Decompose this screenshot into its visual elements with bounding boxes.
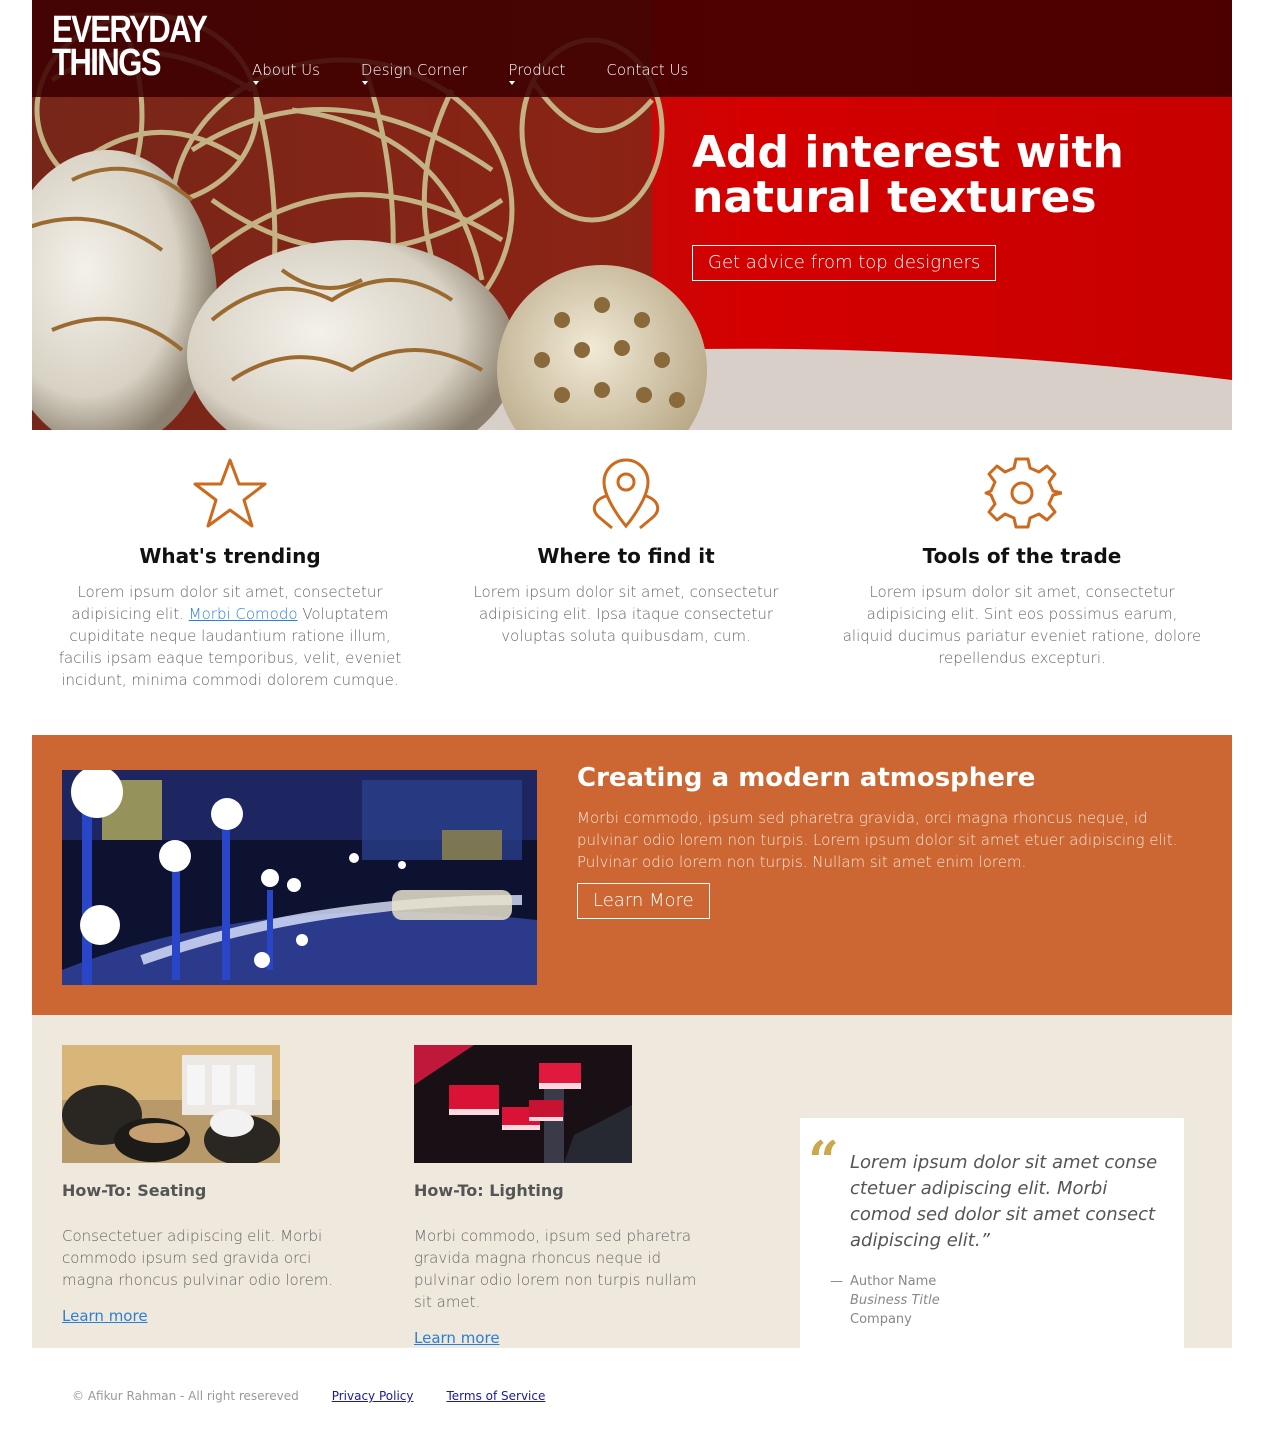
nav-label: Design Corner (360, 61, 468, 79)
nav-label: Contact Us (606, 61, 689, 79)
hero-advice-button[interactable]: Get advice from top designers (692, 245, 997, 281)
hero-title: Add interest with natural textures (692, 127, 1124, 223)
howto-section: How-To: Seating Consectetuer adipiscing … (32, 1015, 1232, 1348)
quote-mark-icon: “ (808, 1129, 840, 1193)
nav-item-about-us[interactable]: About Us (252, 61, 320, 85)
feature-tools-of-the-trade: Tools of the trade Lorem ipsum dolor sit… (842, 456, 1202, 669)
dropdown-caret-icon (509, 81, 516, 85)
card-text: Morbi commodo, ipsum sed pharetra gravid… (414, 1227, 697, 1311)
band-title: Creating a modern atmosphere (577, 763, 1036, 793)
quote-attribution: — Author Name Business Title Company (830, 1272, 940, 1329)
feature-whats-trending: What's trending Lorem ipsum dolor sit am… (50, 456, 410, 691)
nav-label: About Us (252, 61, 320, 79)
feature-text: Lorem ipsum dolor sit amet, consectetur … (842, 583, 1202, 667)
attribution-dash: — (830, 1274, 843, 1289)
seating-photo (62, 1045, 280, 1163)
howto-card-lighting: How-To: Lighting Morbi commodo, ipsum se… (414, 1045, 714, 1347)
feature-title: Where to find it (537, 544, 715, 568)
feature-text: Lorem ipsum dolor sit amet, consectetur … (50, 581, 410, 691)
howto-card-seating: How-To: Seating Consectetuer adipiscing … (62, 1045, 362, 1325)
learn-more-button[interactable]: Learn More (577, 883, 710, 919)
lighting-photo (414, 1045, 632, 1163)
dropdown-caret-icon (361, 81, 368, 85)
author-name: Author Name (850, 1274, 937, 1289)
header-bar: EVERYDAY THINGS About Us Design Corner P… (32, 0, 1232, 97)
feature-text: Lorem ipsum dolor sit amet, consectetur … (473, 583, 779, 645)
quote-text: Lorem ipsum dolor sit amet conse ctetuer… (850, 1152, 1158, 1251)
copyright-text: © Afikur Rahman - All right resereved (72, 1389, 299, 1403)
terms-of-service-link[interactable]: Terms of Service (446, 1389, 545, 1403)
business-title: Business Title (850, 1293, 940, 1308)
location-pin-icon (592, 458, 660, 530)
morbi-comodo-link[interactable]: Morbi Comodo (189, 605, 298, 623)
feature-title: What's trending (139, 544, 321, 568)
learn-more-link[interactable]: Learn more (414, 1329, 500, 1347)
page: EVERYDAY THINGS About Us Design Corner P… (32, 0, 1232, 1403)
nav-item-design-corner[interactable]: Design Corner (360, 61, 468, 85)
card-title: How-To: Seating (62, 1181, 207, 1200)
features-section: What's trending Lorem ipsum dolor sit am… (32, 430, 1232, 735)
nav-item-product[interactable]: Product (508, 61, 566, 85)
band-text: Morbi commodo, ipsum sed pharetra gravid… (577, 809, 1178, 871)
modern-atmosphere-band: Creating a modern atmosphere Morbi commo… (32, 735, 1232, 1015)
site-footer: © Afikur Rahman - All right resereved Pr… (72, 1389, 578, 1403)
hero-banner: EVERYDAY THINGS About Us Design Corner P… (32, 0, 1232, 430)
nav-label: Product (508, 61, 566, 79)
dropdown-caret-icon (253, 81, 259, 85)
card-text: Consectetuer adipiscing elit. Morbi comm… (62, 1227, 334, 1289)
star-icon (193, 458, 267, 528)
privacy-policy-link[interactable]: Privacy Policy (332, 1389, 414, 1403)
gear-icon (984, 457, 1062, 529)
feature-title: Tools of the trade (922, 544, 1122, 568)
site-logo[interactable]: EVERYDAY THINGS (52, 11, 208, 84)
main-nav: About Us Design Corner Product Contact U… (252, 61, 729, 85)
learn-more-link[interactable]: Learn more (62, 1307, 148, 1325)
company-name: Company (850, 1312, 912, 1327)
logo-line-2: THINGS (52, 42, 162, 84)
feature-where-to-find-it: Where to find it Lorem ipsum dolor sit a… (446, 456, 806, 647)
lounge-photo (62, 770, 537, 985)
card-title: How-To: Lighting (414, 1181, 564, 1200)
nav-item-contact-us[interactable]: Contact Us (606, 61, 688, 79)
testimonial-quote: “ Lorem ipsum dolor sit amet conse ctetu… (800, 1118, 1184, 1348)
